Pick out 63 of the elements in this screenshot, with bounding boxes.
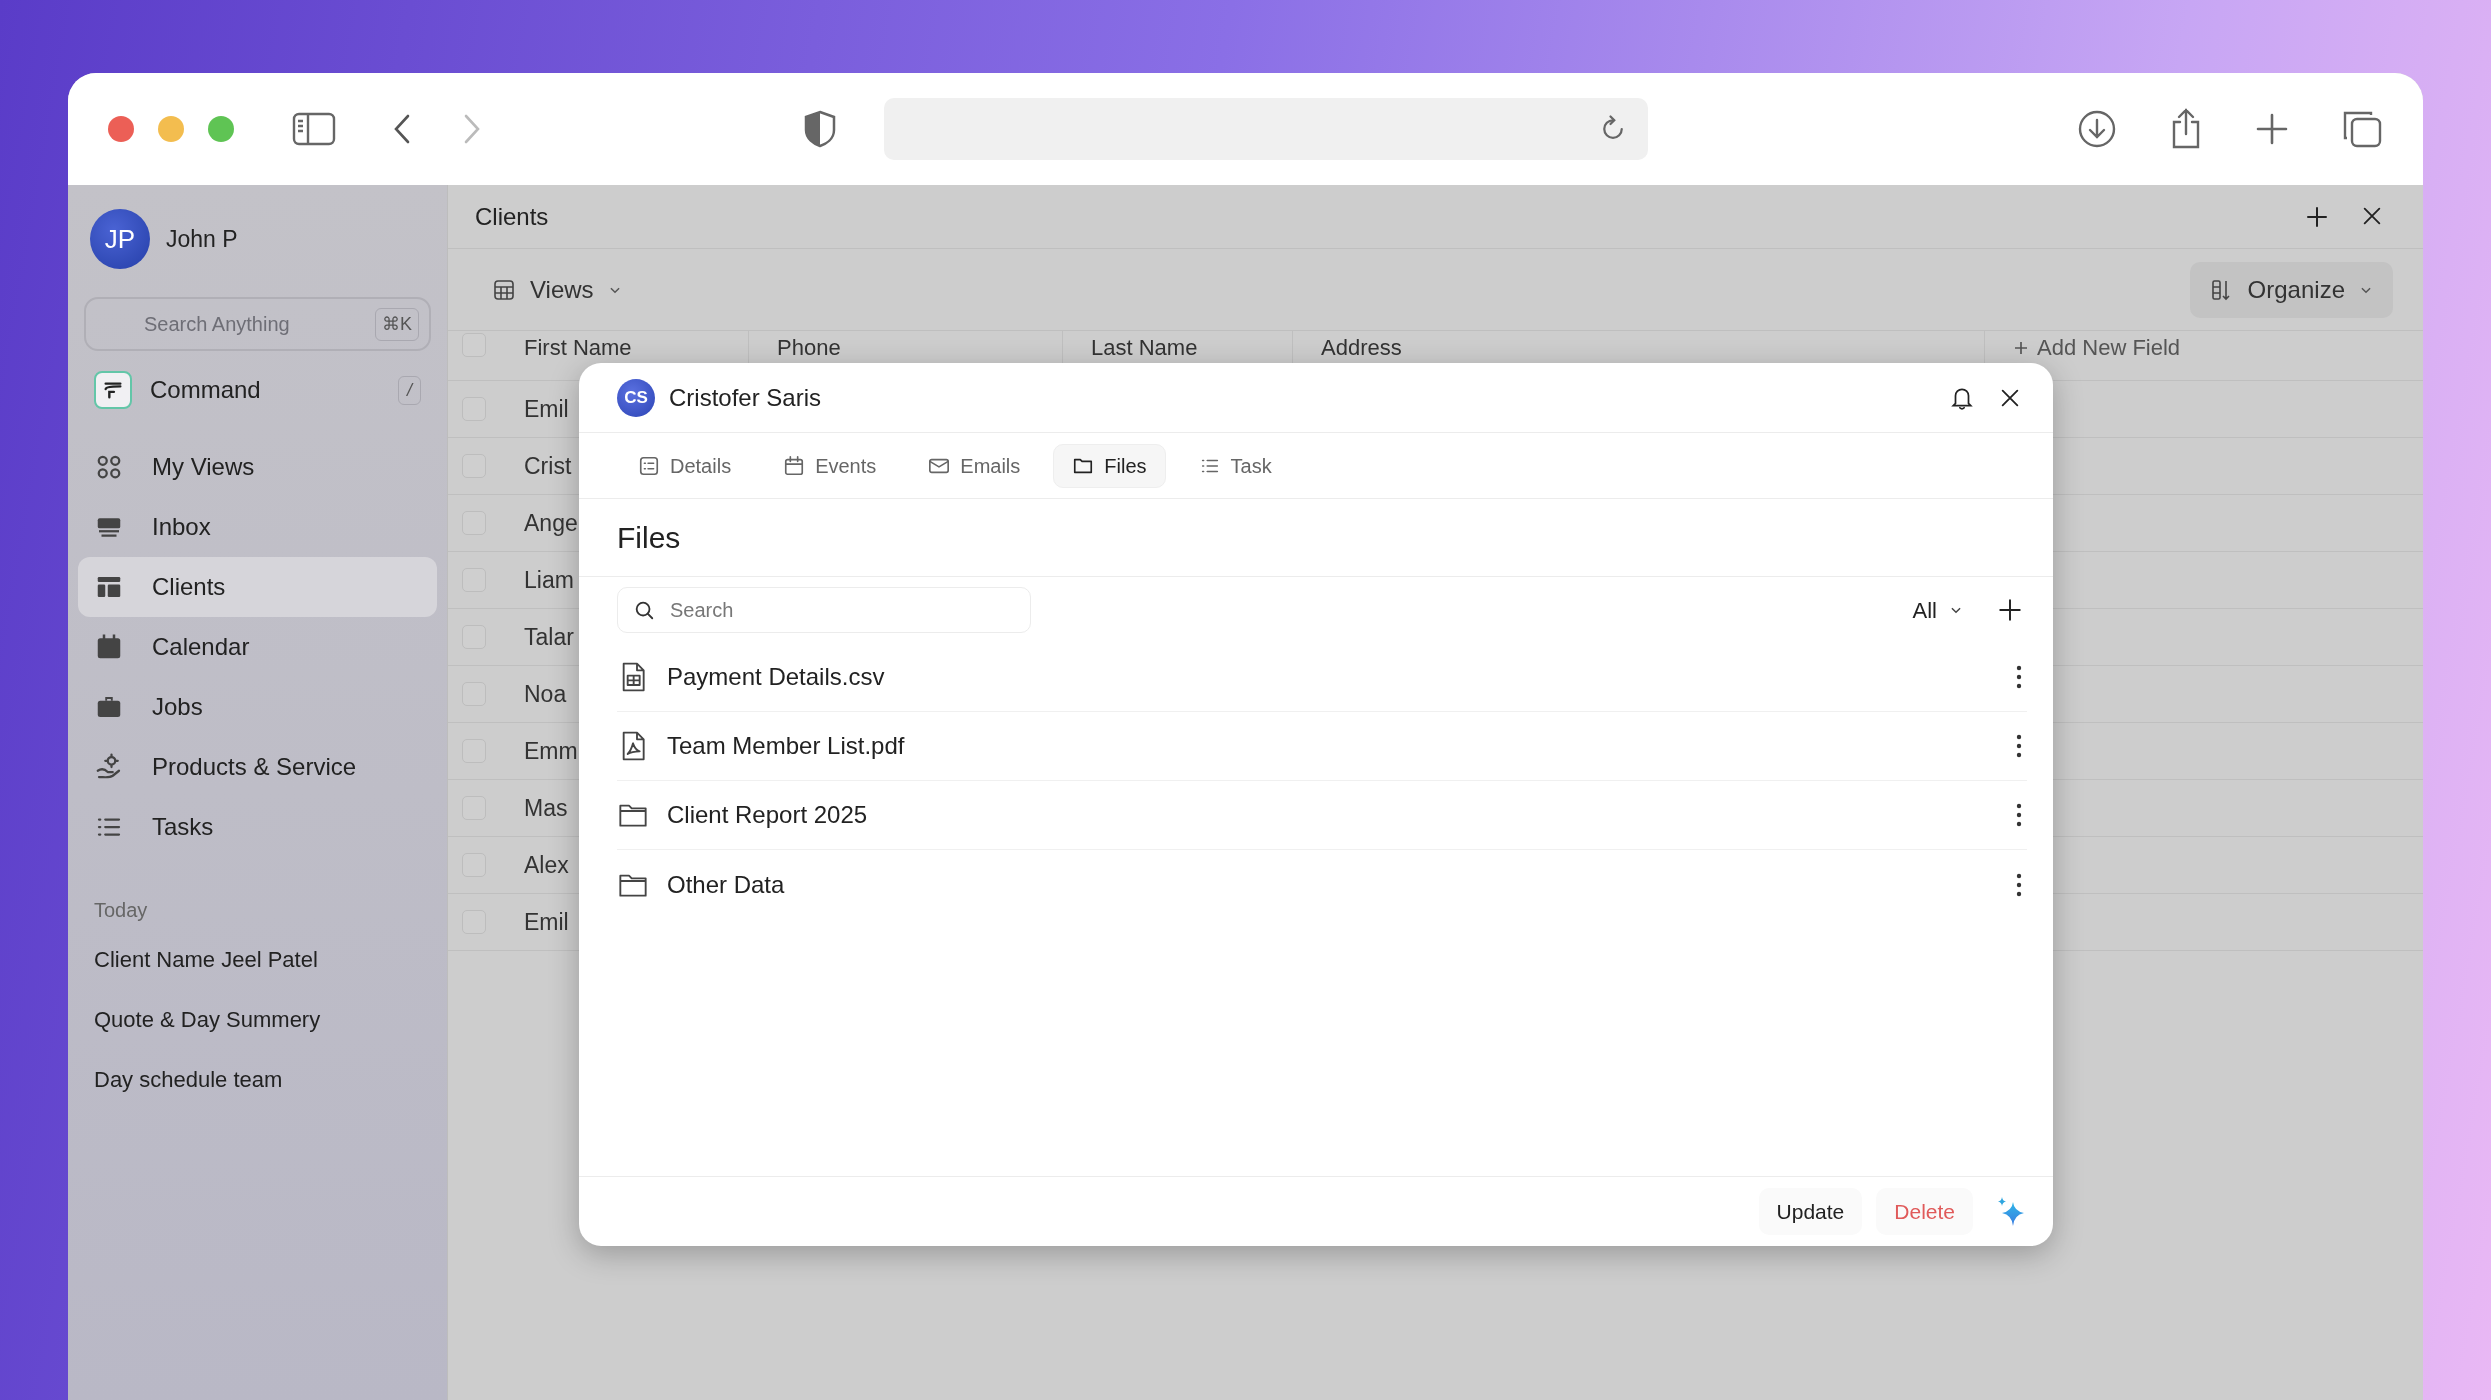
- client-avatar: CS: [617, 378, 655, 417]
- panel-title: Clients: [475, 201, 549, 232]
- table-cell-text: Ange: [524, 508, 578, 538]
- search-field[interactable]: Search: [617, 587, 1031, 633]
- table-cell-text: Noa: [524, 679, 567, 709]
- details-icon: [638, 454, 660, 477]
- download-icon[interactable]: [2077, 109, 2117, 149]
- plus-icon: [2013, 339, 2029, 356]
- file-name[interactable]: Client Report 2025: [667, 797, 2011, 833]
- table-cell-text: Liam: [524, 565, 574, 595]
- section-heading: Today: [93, 898, 149, 923]
- calendar-icon: [783, 454, 806, 477]
- sidebar-item[interactable]: Jobs: [78, 677, 437, 737]
- section-title: Files: [579, 499, 2053, 577]
- table-cell-text: Alex: [524, 850, 569, 880]
- table-cell-text: Emil: [524, 394, 569, 424]
- table-cell-text: Talar: [524, 622, 574, 652]
- recent-item[interactable]: Client Name Jeel Patel: [94, 942, 318, 976]
- command-logo-icon: [94, 371, 132, 409]
- command-label[interactable]: Command: [150, 372, 398, 408]
- shield-icon[interactable]: [804, 110, 836, 148]
- add-field-button[interactable]: Add New Field: [2013, 331, 2181, 364]
- search-placeholder: Search Anything: [144, 312, 290, 337]
- tab[interactable]: Files: [1053, 443, 1166, 488]
- user-name: John P: [166, 224, 238, 254]
- sidebar-item[interactable]: Products & Service: [78, 737, 437, 797]
- shortcut-key: /: [398, 375, 421, 405]
- table-cell-text: Emil: [524, 907, 569, 937]
- sidebar-item[interactable]: Calendar: [78, 617, 437, 677]
- sidebar-item[interactable]: Clients: [78, 557, 437, 617]
- tab[interactable]: Emails: [909, 443, 1040, 488]
- back-icon[interactable]: [392, 113, 412, 145]
- sidebar-item[interactable]: Tasks: [78, 797, 437, 857]
- column-header: Address: [1321, 335, 1402, 360]
- sidebar-toggle-icon[interactable]: [292, 112, 336, 146]
- close-window-button[interactable]: [108, 116, 134, 142]
- shortcut-key: ⌘K: [375, 307, 419, 341]
- table-cell-text: Mas: [524, 793, 568, 823]
- dialog-title: Cristofer Saris: [669, 382, 823, 413]
- column-header: First Name: [524, 335, 632, 360]
- recent-item[interactable]: Quote & Day Summery: [94, 1002, 321, 1036]
- table-cell-text: Crist: [524, 451, 572, 481]
- filter-dropdown[interactable]: All: [1906, 592, 1969, 628]
- file-name[interactable]: Payment Details.csv: [667, 659, 2011, 695]
- tab[interactable]: Events: [764, 443, 896, 488]
- grid-icon: [492, 277, 516, 302]
- column-header: Last Name: [1091, 335, 1198, 360]
- search-field[interactable]: Search Anything ⌘K: [84, 297, 431, 351]
- file-name[interactable]: Team Member List.pdf: [667, 728, 2011, 764]
- tab[interactable]: Details: [619, 443, 751, 488]
- tab[interactable]: Task: [1179, 443, 1291, 488]
- views-button[interactable]: Views: [488, 265, 626, 314]
- file-name[interactable]: Other Data: [667, 866, 2011, 903]
- organize-button[interactable]: Organize: [2189, 261, 2393, 318]
- new-tab-icon[interactable]: [2255, 112, 2289, 146]
- sidebar-item[interactable]: My Views: [78, 437, 437, 497]
- recent-item[interactable]: Day schedule team: [94, 1062, 283, 1096]
- user-avatar[interactable]: JP: [90, 209, 150, 269]
- update-button[interactable]: Update: [1758, 1187, 1863, 1236]
- column-header: Phone: [777, 335, 841, 360]
- sidebar-item[interactable]: Inbox: [78, 497, 437, 557]
- table-cell-text: Emm: [524, 736, 578, 766]
- tabs-overview-icon[interactable]: [2341, 109, 2383, 149]
